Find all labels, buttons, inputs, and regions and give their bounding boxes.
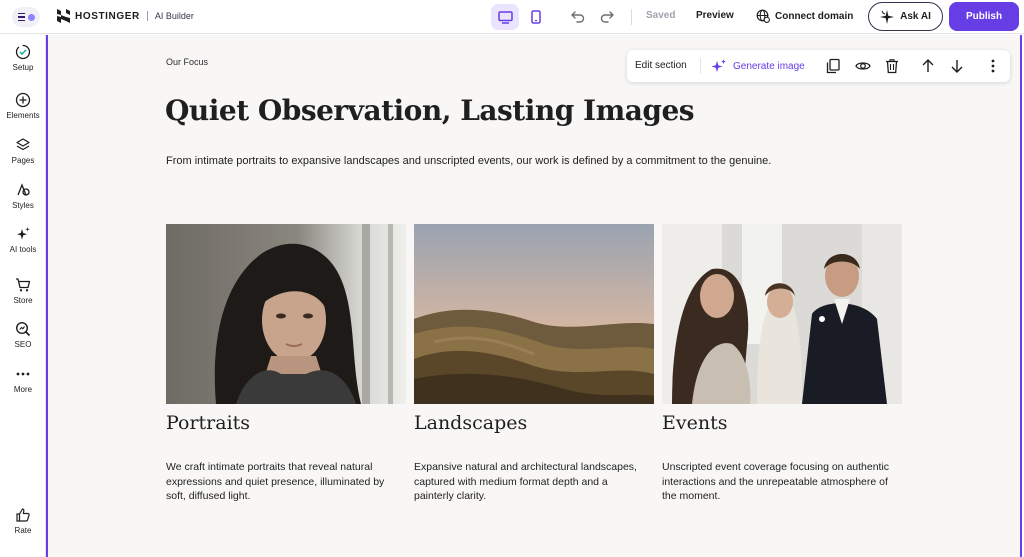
arrow-up-icon[interactable] [920, 58, 936, 74]
publish-button[interactable]: Publish [949, 2, 1019, 31]
edit-section-button[interactable]: Edit section [635, 60, 687, 71]
sidebar-item-rate[interactable]: Rate [0, 507, 46, 535]
left-sidebar: Setup Elements Pages Styles AI tools Sto… [0, 35, 46, 557]
duplicate-icon[interactable] [825, 58, 841, 74]
sparkles-icon [17, 227, 30, 240]
toolbar-divider [700, 58, 701, 74]
globe-settings-icon [756, 9, 770, 23]
generate-image-label: Generate image [733, 60, 805, 72]
generate-image-button[interactable]: Generate image [711, 58, 805, 74]
seo-icon [15, 321, 31, 337]
card-title[interactable]: Portraits [166, 412, 250, 434]
saved-status: Saved [646, 10, 676, 21]
sidebar-item-label: Pages [11, 156, 35, 165]
ai-spark-icon [880, 9, 895, 24]
sidebar-item-ai-tools[interactable]: AI tools [0, 226, 46, 254]
sidebar-item-label: AI tools [9, 245, 37, 254]
hostinger-logo-icon [57, 9, 70, 23]
sidebar-item-label: Rate [14, 526, 32, 535]
card-title[interactable]: Events [662, 412, 727, 434]
sidebar-item-styles[interactable]: Styles [0, 182, 46, 210]
redo-icon[interactable] [599, 8, 615, 24]
setup-icon [15, 44, 31, 60]
card-text[interactable]: Unscripted event coverage focusing on au… [662, 460, 898, 504]
focus-card-portraits: Portraits We craft intimate portraits th… [166, 224, 406, 502]
brand-product: AI Builder [154, 11, 194, 21]
brand-divider [146, 11, 148, 21]
sidebar-item-label: More [13, 385, 33, 394]
sidebar-item-elements[interactable]: Elements [0, 92, 46, 120]
top-bar: HOSTINGER AI Builder Saved Preview Conne… [0, 0, 1024, 34]
styles-icon [17, 183, 30, 196]
mobile-view-button[interactable] [524, 4, 548, 30]
sidebar-item-label: Setup [12, 63, 34, 72]
sidebar-item-setup[interactable]: Setup [0, 44, 46, 72]
ask-ai-label: Ask AI [900, 11, 931, 22]
sidebar-item-label: Store [13, 296, 33, 305]
section-eyebrow[interactable]: Our Focus [166, 57, 208, 67]
undo-icon[interactable] [570, 8, 586, 24]
trash-icon[interactable] [884, 58, 900, 74]
menu-icon [17, 12, 25, 22]
landscape-image[interactable] [414, 224, 654, 404]
portrait-image[interactable] [166, 224, 406, 404]
card-text[interactable]: Expansive natural and architectural land… [414, 460, 650, 504]
sidebar-item-seo[interactable]: SEO [0, 321, 46, 349]
plus-circle-icon [15, 92, 31, 108]
focus-card-landscapes: Landscapes Expansive natural and archite… [414, 224, 654, 502]
sidebar-item-label: Styles [12, 201, 34, 210]
desktop-view-button[interactable] [491, 4, 519, 30]
events-image[interactable] [662, 224, 902, 404]
thumbs-up-icon [16, 508, 30, 522]
sidebar-item-store[interactable]: Store [0, 277, 46, 305]
brand-name: HOSTINGER [75, 10, 140, 22]
editor-canvas[interactable]: Our Focus Quiet Observation, Lasting Ima… [46, 35, 1022, 557]
section-headline[interactable]: Quiet Observation, Lasting Images [165, 94, 695, 127]
main-menu-button[interactable] [12, 7, 40, 27]
more-icon [16, 372, 30, 376]
arrow-down-icon[interactable] [949, 58, 965, 74]
card-text[interactable]: We craft intimate portraits that reveal … [166, 460, 402, 504]
sidebar-item-label: Elements [6, 111, 40, 120]
section-description[interactable]: From intimate portraits to expansive lan… [166, 155, 866, 167]
sparkles-icon [711, 59, 726, 72]
connect-domain-button[interactable]: Connect domain [756, 9, 853, 23]
connect-domain-label: Connect domain [775, 10, 854, 22]
card-title[interactable]: Landscapes [414, 412, 527, 434]
sidebar-item-pages[interactable]: Pages [0, 137, 46, 165]
section-toolbar: Edit section Generate image [627, 50, 1010, 82]
sidebar-item-label: SEO [14, 340, 32, 349]
eye-icon[interactable] [855, 58, 871, 74]
desktop-icon [497, 10, 513, 24]
layers-icon [16, 138, 30, 151]
sidebar-item-more[interactable]: More [0, 366, 46, 394]
status-dot [27, 13, 35, 21]
preview-button[interactable]: Preview [696, 10, 734, 21]
more-vertical-icon[interactable] [985, 58, 1001, 74]
mobile-icon [531, 10, 541, 24]
cart-icon [16, 278, 31, 292]
brand[interactable]: HOSTINGER AI Builder [57, 9, 194, 23]
ask-ai-button[interactable]: Ask AI [868, 2, 943, 31]
toolbar-divider [631, 9, 632, 25]
focus-card-events: Events Unscripted event coverage focusin… [662, 224, 902, 502]
